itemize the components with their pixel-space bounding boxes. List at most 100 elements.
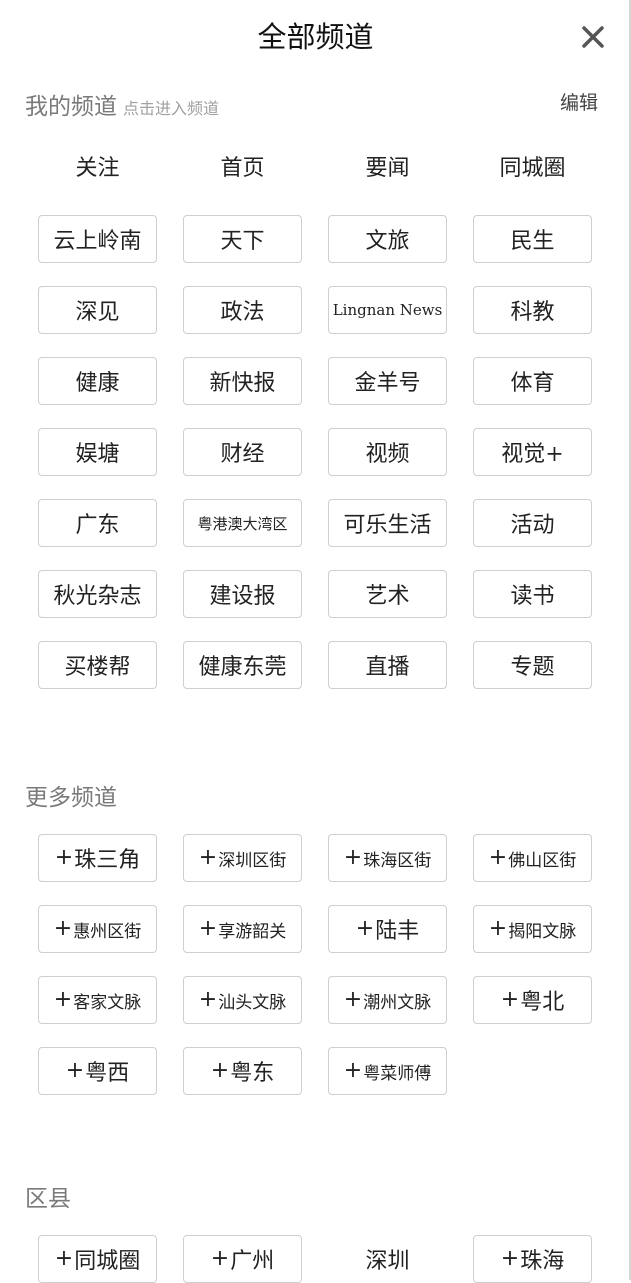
channel-button[interactable]: 天下 [183, 215, 302, 263]
add-channel-button[interactable]: + 粤菜师傅 [328, 1047, 447, 1095]
add-channel-button[interactable]: + 粤北 [473, 976, 592, 1024]
channel-button[interactable]: 买楼帮 [38, 641, 157, 689]
add-channel-button[interactable]: + 享游韶关 [183, 905, 302, 953]
add-channel-button[interactable]: + 珠三角 [38, 834, 157, 882]
plus-icon: + [198, 845, 218, 870]
channel-label: 艺术 [365, 584, 410, 609]
channel-button[interactable]: 视觉+ [473, 428, 592, 476]
channel-label: 政法 [220, 300, 265, 325]
channel-button[interactable]: 娱塘 [38, 428, 157, 476]
channel-label: 佛山区街 [508, 850, 577, 871]
channel-button[interactable]: 健康东莞 [183, 641, 302, 689]
channel-button[interactable]: 文旅 [328, 215, 447, 263]
plus-icon: + [488, 916, 508, 941]
add-channel-button[interactable]: + 潮州文脉 [328, 976, 447, 1024]
channel-label: 科教 [510, 300, 555, 325]
add-channel-button[interactable]: + 揭阳文脉 [473, 905, 592, 953]
channel-label: 建设报 [209, 584, 276, 609]
channel-label: 广东 [75, 513, 120, 538]
channel-label: 天下 [220, 229, 265, 254]
add-channel-button[interactable]: + 陆丰 [328, 905, 447, 953]
channel-button[interactable]: 科教 [473, 286, 592, 334]
plus-icon: + [53, 987, 73, 1012]
channel-label: 视频 [365, 442, 410, 467]
channel-label: 专题 [510, 655, 555, 680]
channel-label: 云上岭南 [53, 229, 142, 254]
channel-fixed[interactable]: 首页 [183, 142, 302, 190]
my-channels-title: 我的频道 [25, 94, 117, 120]
plus-icon: + [488, 845, 508, 870]
channel-label: 粤西 [85, 1061, 130, 1086]
my-channels-grid: 云上岭南 天下 文旅 民生深见 政法 Lingnan News 科教健康 新快报 金羊号 体育娱塘… [38, 215, 593, 689]
channel-button[interactable]: 广东 [38, 499, 157, 547]
plus-icon: + [54, 845, 74, 870]
channel-label: 文旅 [365, 229, 410, 254]
channel-button[interactable]: 专题 [473, 641, 592, 689]
channel-label: 粤菜师傅 [363, 1063, 432, 1084]
channel-label: 粤港澳大湾区 [197, 514, 288, 533]
channel-label: 金羊号 [354, 371, 421, 396]
add-channel-button[interactable]: + 深圳区街 [183, 834, 302, 882]
add-channel-button[interactable]: + 广州 [183, 1235, 302, 1283]
my-channels-heading: 我的频道 点击进入频道 [25, 87, 219, 121]
plus-icon: + [343, 845, 363, 870]
plus-icon: + [210, 1246, 230, 1271]
districts-heading: 区县 [25, 1186, 71, 1212]
add-channel-button[interactable]: + 客家文脉 [38, 976, 157, 1024]
channel-button[interactable]: 金羊号 [328, 357, 447, 405]
channel-label: 买楼帮 [64, 655, 131, 680]
channel-button[interactable]: 粤港澳大湾区 [183, 499, 302, 547]
channel-button[interactable]: 活动 [473, 499, 592, 547]
add-channel-button[interactable]: + 汕头文脉 [183, 976, 302, 1024]
channel-button[interactable]: 建设报 [183, 570, 302, 618]
channel-label: 视觉+ [501, 442, 564, 467]
channel-label: 珠海 [520, 1249, 565, 1274]
channel-button[interactable]: 可乐生活 [328, 499, 447, 547]
channel-label: 粤东 [230, 1061, 275, 1086]
channel-button[interactable]: 民生 [473, 215, 592, 263]
channel-label: 可乐生活 [343, 513, 432, 538]
channel-fixed[interactable]: 要闻 [328, 142, 447, 190]
channel-label: 享游韶关 [218, 921, 287, 942]
channel-button[interactable]: 云上岭南 [38, 215, 157, 263]
plus-icon: + [343, 987, 363, 1012]
page-title: 全部频道 [257, 20, 374, 54]
channel-label: 读书 [510, 584, 555, 609]
more-channels-heading: 更多频道 [25, 785, 117, 811]
plus-icon: + [343, 1058, 363, 1083]
add-channel-button[interactable]: + 粤西 [38, 1047, 157, 1095]
channel-label: 深见 [75, 300, 120, 325]
channel-fixed[interactable]: 关注 [38, 142, 157, 190]
channel-label: 汕头文脉 [218, 992, 287, 1013]
channel-button[interactable]: 新快报 [183, 357, 302, 405]
channel-button[interactable]: 深圳 [328, 1235, 447, 1283]
channel-button[interactable]: 政法 [183, 286, 302, 334]
plus-icon: + [198, 987, 218, 1012]
add-channel-button[interactable]: + 同城圈 [38, 1235, 157, 1283]
channel-button[interactable]: 直播 [328, 641, 447, 689]
channel-label: 深圳 [365, 1249, 410, 1274]
channel-fixed[interactable]: 同城圈 [473, 142, 592, 190]
add-channel-button[interactable]: + 珠海 [473, 1235, 592, 1283]
close-icon [582, 26, 604, 48]
channel-button[interactable]: 艺术 [328, 570, 447, 618]
channel-label: 直播 [365, 655, 410, 680]
channel-button[interactable]: 体育 [473, 357, 592, 405]
channel-button[interactable]: 读书 [473, 570, 592, 618]
add-channel-button[interactable]: + 珠海区街 [328, 834, 447, 882]
add-channel-button[interactable]: + 佛山区街 [473, 834, 592, 882]
channel-button[interactable]: 视频 [328, 428, 447, 476]
channel-button[interactable]: 深见 [38, 286, 157, 334]
channel-button[interactable]: Lingnan News [328, 286, 447, 334]
close-button[interactable] [578, 22, 608, 52]
add-channel-button[interactable]: + 粤东 [183, 1047, 302, 1095]
channel-label: 活动 [510, 513, 555, 538]
edit-button[interactable]: 编辑 [560, 88, 598, 115]
channel-button[interactable]: 健康 [38, 357, 157, 405]
channel-button[interactable]: 财经 [183, 428, 302, 476]
channel-label: 广州 [230, 1249, 275, 1274]
my-channels-hint: 点击进入频道 [123, 99, 220, 118]
add-channel-button[interactable]: + 惠州区街 [38, 905, 157, 953]
channel-button[interactable]: 秋光杂志 [38, 570, 157, 618]
districts-grid: + 同城圈 + 广州 深圳 + 珠海 [38, 1235, 593, 1283]
